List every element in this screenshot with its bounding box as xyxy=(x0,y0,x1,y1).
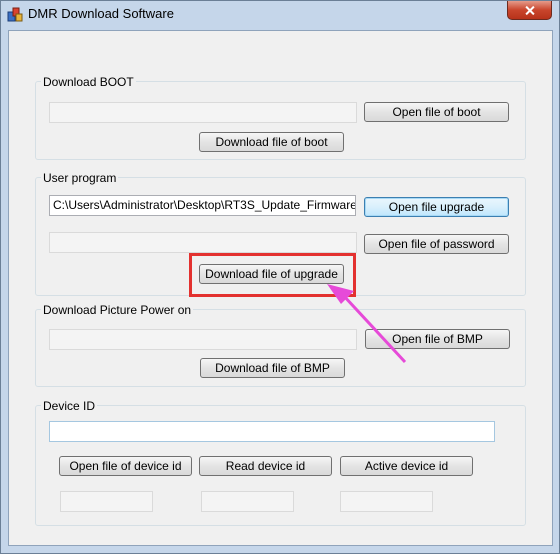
device-id-output-2[interactable] xyxy=(201,491,294,512)
open-bmp-button[interactable]: Open file of BMP xyxy=(365,329,510,349)
app-window: DMR Download Software Download BOOT Open… xyxy=(0,0,560,554)
device-id-output-3[interactable] xyxy=(340,491,433,512)
download-bmp-button[interactable]: Download file of BMP xyxy=(200,358,345,378)
read-device-id-button[interactable]: Read device id xyxy=(199,456,332,476)
window-title: DMR Download Software xyxy=(28,6,174,21)
app-icon xyxy=(7,7,23,22)
open-boot-button[interactable]: Open file of boot xyxy=(364,102,509,122)
highlight-box xyxy=(189,253,356,297)
device-id-field[interactable] xyxy=(49,421,495,442)
password-path-field[interactable] xyxy=(49,232,357,253)
boot-group-label: Download BOOT xyxy=(41,75,136,89)
bmp-path-field[interactable] xyxy=(49,329,357,350)
picture-group-label: Download Picture Power on xyxy=(41,303,194,317)
user-program-group-label: User program xyxy=(41,171,119,185)
upgrade-path-field[interactable]: C:\Users\Administrator\Desktop\RT3S_Upda… xyxy=(49,195,356,216)
open-upgrade-button[interactable]: Open file upgrade xyxy=(364,197,509,217)
open-password-button[interactable]: Open file of password xyxy=(364,234,509,254)
active-device-id-button[interactable]: Active device id xyxy=(340,456,473,476)
open-device-id-button[interactable]: Open file of device id xyxy=(59,456,192,476)
download-boot-button[interactable]: Download file of boot xyxy=(199,132,344,152)
title-bar[interactable]: DMR Download Software xyxy=(1,1,559,29)
boot-path-field[interactable] xyxy=(49,102,357,123)
device-id-output-1[interactable] xyxy=(60,491,153,512)
device-id-group-label: Device ID xyxy=(41,399,98,413)
close-button[interactable] xyxy=(507,1,552,20)
